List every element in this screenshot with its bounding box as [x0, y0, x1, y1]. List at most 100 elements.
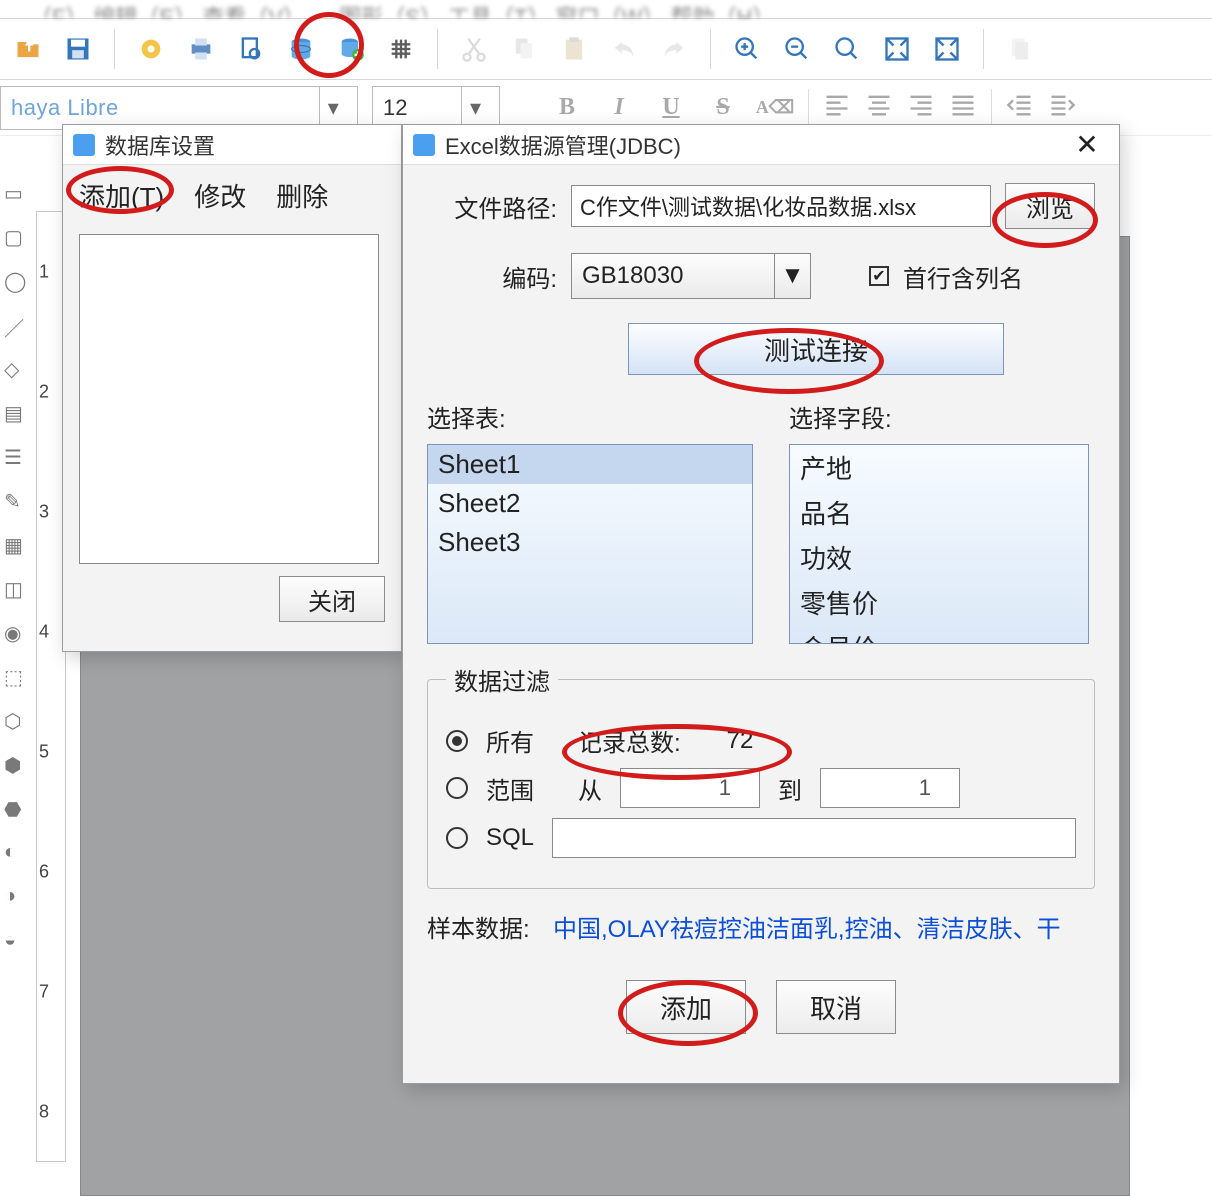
zoom-out-icon[interactable] — [781, 33, 813, 65]
zoom-in-icon[interactable] — [731, 33, 763, 65]
radio-all[interactable] — [446, 730, 468, 752]
sample-label: 样本数据: — [427, 916, 530, 943]
tool-icon[interactable]: ▢ — [4, 225, 26, 247]
sample-data: 中国,OLAY祛痘控油洁面乳,控油、清洁皮肤、干 — [553, 916, 1061, 943]
app-icon — [73, 134, 95, 156]
zoom-reset-icon[interactable] — [831, 33, 863, 65]
indent-right-button[interactable] — [1048, 91, 1076, 125]
tool-icon[interactable]: ▭ — [4, 181, 26, 203]
list-item[interactable]: 会员价 — [790, 625, 1088, 644]
open-icon[interactable] — [12, 33, 44, 65]
close-icon[interactable]: ✕ — [1065, 125, 1109, 164]
path-label: 文件路径: — [427, 189, 557, 224]
path-input[interactable] — [571, 185, 991, 227]
tool-icon[interactable]: ▦ — [4, 533, 26, 555]
chevron-down-icon[interactable]: ▾ — [319, 86, 347, 130]
from-input[interactable] — [620, 768, 760, 808]
tool-icon[interactable]: ◐ — [4, 841, 26, 863]
ruler-num: 1 — [39, 262, 49, 283]
field-list[interactable]: 产地 品名 功效 零售价 会员价 — [789, 444, 1089, 644]
strike-button[interactable]: S — [704, 89, 742, 127]
align-left-button[interactable] — [823, 91, 851, 125]
print-icon[interactable] — [185, 33, 217, 65]
firstrow-label: 首行含列名 — [903, 259, 1023, 294]
tool-icon[interactable]: ／ — [4, 313, 26, 335]
app-icon — [413, 134, 435, 156]
font-size-combo[interactable]: 12 ▾ — [372, 86, 500, 130]
tool-icon[interactable]: ◫ — [4, 577, 26, 599]
database-add-icon[interactable] — [335, 33, 367, 65]
tool-icon[interactable]: ⬡ — [4, 709, 26, 731]
page-setup-icon — [1004, 33, 1036, 65]
fit-width-icon[interactable] — [931, 33, 963, 65]
database-icon[interactable] — [285, 33, 317, 65]
tool-icon[interactable]: ⬚ — [4, 665, 26, 687]
close-button[interactable]: 关闭 — [279, 576, 385, 622]
db-tabs: 添加(T) 修改 删除 — [63, 165, 401, 222]
preview-icon[interactable] — [235, 33, 267, 65]
table-list[interactable]: Sheet1 Sheet2 Sheet3 — [427, 444, 753, 644]
test-connection-button[interactable]: 测试连接 — [628, 323, 1004, 375]
total-value: 72 — [727, 727, 754, 755]
italic-button[interactable]: I — [600, 89, 638, 127]
ok-button[interactable]: 添加 — [626, 980, 746, 1034]
align-justify-button[interactable] — [949, 91, 977, 125]
radio-all-label: 所有 — [486, 723, 534, 758]
side-toolbar: ▭ ▢ ◯ ／ ◇ ▤ ☰ ✎ ▦ ◫ ◉ ⬚ ⬡ ⬢ ⬣ ◐ ◑ ◒ — [0, 171, 30, 1162]
save-icon[interactable] — [62, 33, 94, 65]
radio-range[interactable] — [446, 777, 468, 799]
tool-icon[interactable]: ⬣ — [4, 797, 26, 819]
gear-icon[interactable] — [135, 33, 167, 65]
filter-legend: 数据过滤 — [446, 662, 558, 697]
align-right-button[interactable] — [907, 91, 935, 125]
fit-page-icon[interactable] — [881, 33, 913, 65]
underline-button[interactable]: U — [652, 89, 690, 127]
tab-modify[interactable]: 修改 — [194, 177, 246, 214]
cancel-button[interactable]: 取消 — [776, 980, 896, 1034]
chevron-down-icon[interactable]: ▾ — [461, 86, 489, 130]
align-center-button[interactable] — [865, 91, 893, 125]
datasource-list[interactable] — [79, 234, 379, 564]
firstrow-checkbox[interactable]: ✔ — [869, 266, 889, 286]
to-input[interactable] — [820, 768, 960, 808]
clear-format-button[interactable]: A⌫ — [756, 89, 794, 127]
ruler-num: 3 — [39, 502, 49, 523]
tool-icon[interactable]: ⬢ — [4, 753, 26, 775]
radio-sql-label: SQL — [486, 824, 534, 852]
list-item[interactable]: Sheet3 — [428, 523, 752, 562]
undo-icon — [608, 33, 640, 65]
tool-icon[interactable]: ◇ — [4, 357, 26, 379]
font-name-combo[interactable]: haya Libre ▾ — [0, 86, 358, 130]
tool-icon[interactable]: ◯ — [4, 269, 26, 291]
indent-left-button[interactable] — [1006, 91, 1034, 125]
dialog-titlebar[interactable]: 数据库设置 — [63, 125, 401, 165]
filter-group: 数据过滤 所有 记录总数: 72 范围 从 到 — [427, 662, 1095, 889]
list-item[interactable]: 功效 — [790, 535, 1088, 580]
tool-icon[interactable]: ✎ — [4, 489, 26, 511]
dialog-titlebar[interactable]: Excel数据源管理(JDBC) ✕ — [403, 125, 1119, 165]
sql-input[interactable] — [552, 818, 1076, 858]
tool-icon[interactable]: ◉ — [4, 621, 26, 643]
browse-button[interactable]: 浏览 — [1005, 183, 1095, 229]
tab-delete[interactable]: 删除 — [276, 177, 328, 214]
grid-icon[interactable] — [385, 33, 417, 65]
db-settings-dialog: 数据库设置 添加(T) 修改 删除 关闭 — [62, 124, 402, 652]
chevron-down-icon[interactable]: ▼ — [774, 254, 810, 298]
radio-sql[interactable] — [446, 827, 468, 849]
list-item[interactable]: Sheet1 — [428, 445, 752, 484]
list-item[interactable]: 产地 — [790, 445, 1088, 490]
tool-icon[interactable]: ◒ — [4, 929, 26, 951]
ruler-num: 6 — [39, 862, 49, 883]
bold-button[interactable]: B — [548, 89, 586, 127]
menubar: （F） 编辑（E） 查看（V） … 图形（S） 工具（T） 窗口（W） 帮助（H… — [0, 0, 1212, 18]
tool-icon[interactable]: ◑ — [4, 885, 26, 907]
list-item[interactable]: 零售价 — [790, 580, 1088, 625]
ruler-num: 5 — [39, 742, 49, 763]
radio-range-label: 范围 — [486, 771, 534, 806]
list-item[interactable]: 品名 — [790, 490, 1088, 535]
tab-add[interactable]: 添加(T) — [79, 177, 164, 214]
tool-icon[interactable]: ☰ — [4, 445, 26, 467]
tool-icon[interactable]: ▤ — [4, 401, 26, 423]
list-item[interactable]: Sheet2 — [428, 484, 752, 523]
encoding-combo[interactable]: GB18030 ▼ — [571, 253, 811, 299]
